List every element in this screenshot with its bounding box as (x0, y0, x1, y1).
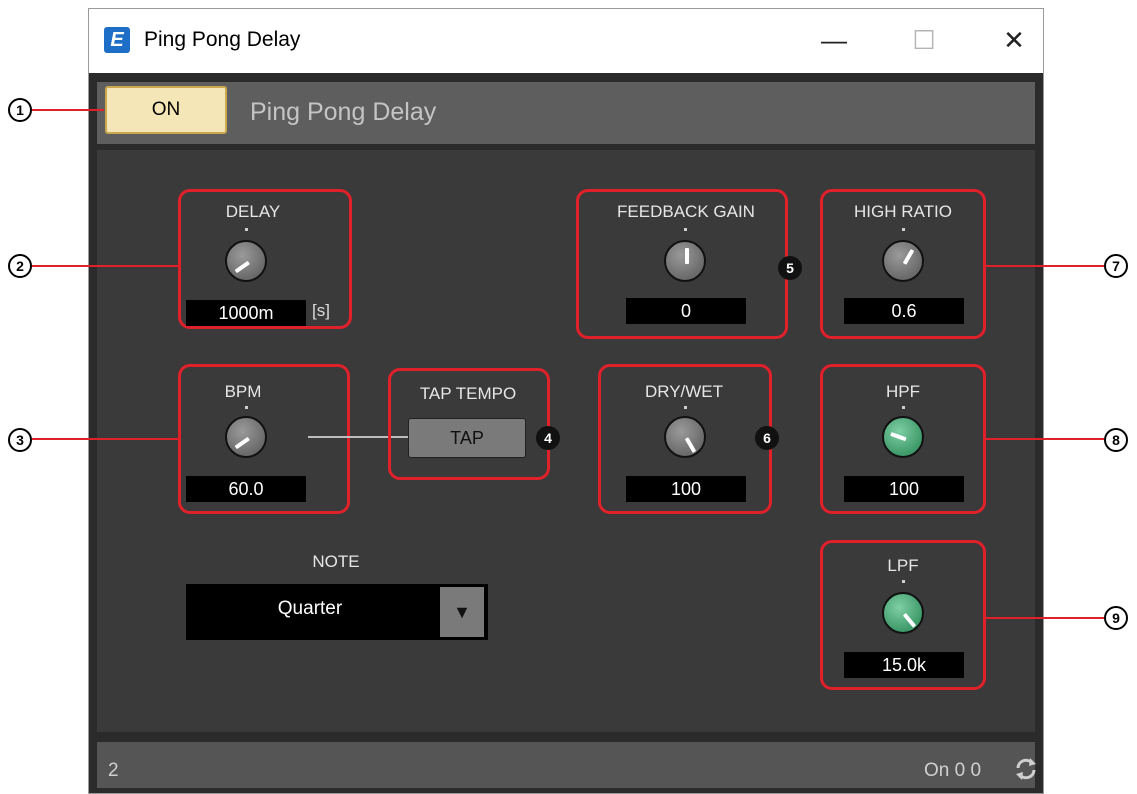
feedback-gain-knob[interactable] (664, 240, 706, 282)
status-bar (97, 742, 1035, 788)
knob-tick (245, 406, 248, 409)
callout-3: 3 (8, 428, 32, 452)
callout-9: 9 (1104, 606, 1128, 630)
status-left-text: 2 (108, 760, 119, 781)
close-button[interactable]: ✕ (990, 20, 1038, 60)
hpf-knob[interactable] (882, 416, 924, 458)
hpf-value[interactable]: 100 (844, 476, 964, 502)
knob-tick (902, 228, 905, 231)
callout-4: 4 (536, 426, 560, 450)
bpm-knob[interactable] (225, 416, 267, 458)
note-select-value: Quarter (277, 598, 343, 619)
knob-tick (684, 228, 687, 231)
delay-unit: [s] (312, 301, 330, 320)
on-button[interactable]: ON (105, 86, 227, 134)
callout-leader (32, 109, 104, 111)
high-ratio-knob[interactable] (882, 240, 924, 282)
feedback-gain-value[interactable]: 0 (626, 298, 746, 324)
lpf-knob[interactable] (882, 592, 924, 634)
app-icon: E (104, 27, 130, 53)
callout-leader (986, 617, 1104, 619)
callout-8: 8 (1104, 428, 1128, 452)
knob-tick (902, 580, 905, 583)
lpf-value[interactable]: 15.0k (844, 652, 964, 678)
delay-value[interactable]: 1000m (186, 300, 306, 326)
high-ratio-value[interactable]: 0.6 (844, 298, 964, 324)
note-label: NOTE (312, 552, 360, 571)
bpm-value[interactable]: 60.0 (186, 476, 306, 502)
callout-7: 7 (1104, 254, 1128, 278)
dry-wet-label: DRY/WET (644, 382, 724, 401)
knob-tick (902, 406, 905, 409)
dry-wet-knob[interactable] (664, 416, 706, 458)
hpf-label: HPF (886, 382, 920, 401)
maximize-button[interactable]: ☐ (900, 20, 948, 60)
chevron-down-icon[interactable]: ▼ (440, 587, 484, 637)
feedback-gain-label: FEEDBACK GAIN (617, 202, 755, 221)
callout-leader (986, 438, 1104, 440)
callout-leader (32, 438, 178, 440)
window-title: Ping Pong Delay (144, 28, 301, 51)
delay-label: DELAY (225, 202, 281, 221)
refresh-icon[interactable] (1012, 755, 1040, 783)
callout-leader (986, 265, 1104, 267)
lpf-label: LPF (887, 556, 919, 575)
minimize-button[interactable]: — (810, 20, 858, 60)
tap-button[interactable]: TAP (408, 418, 526, 458)
knob-tick (684, 406, 687, 409)
high-ratio-label: HIGH RATIO (854, 202, 952, 221)
callout-2: 2 (8, 254, 32, 278)
status-right-text: On 0 0 (924, 760, 982, 781)
callout-5: 5 (778, 256, 802, 280)
bpm-label: BPM (224, 382, 262, 401)
knob-tick (245, 228, 248, 231)
callout-leader (32, 265, 178, 267)
dry-wet-value[interactable]: 100 (626, 476, 746, 502)
callout-6: 6 (755, 426, 779, 450)
delay-knob[interactable] (225, 240, 267, 282)
callout-1: 1 (8, 98, 32, 122)
component-title: Ping Pong Delay (250, 98, 437, 126)
tap-tempo-label: TAP TEMPO (419, 384, 517, 403)
component-header (97, 82, 1035, 144)
